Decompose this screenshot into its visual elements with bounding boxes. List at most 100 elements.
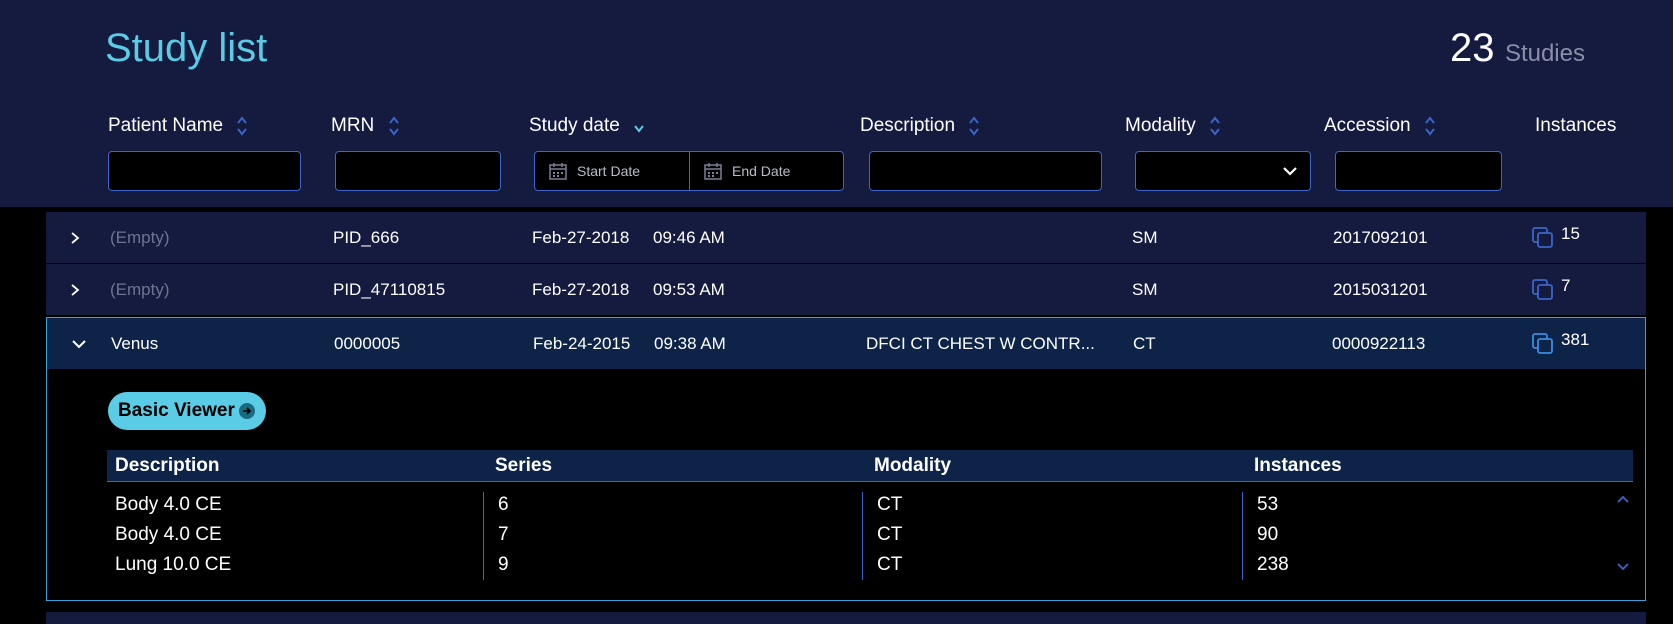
column-header-label: Instances: [1535, 115, 1617, 136]
calendar-icon: [549, 163, 567, 180]
series-instances-cell: 53: [1257, 494, 1279, 515]
basic-viewer-label: Basic Viewer: [118, 400, 235, 421]
start-date-field[interactable]: Start Date: [535, 152, 689, 190]
mrn-cell: 0000005: [334, 334, 401, 353]
study-list-header: Study list 23 Studies Patient Name MRN S…: [0, 0, 1673, 207]
expanded-study: Venus 0000005 Feb-24-2015 09:38 AM DFCI …: [46, 317, 1646, 601]
start-date-placeholder: Start Date: [577, 163, 641, 179]
instances-cell: 381: [1561, 330, 1590, 349]
study-count-number: 23: [1449, 26, 1495, 70]
series-number-cell: 9: [498, 554, 509, 575]
instances-icon: [1532, 227, 1553, 248]
column-header-study-date[interactable]: Study date: [529, 112, 645, 140]
end-date-field[interactable]: End Date: [690, 152, 843, 190]
series-modality-cell: CT: [877, 524, 903, 545]
column-header-mrn[interactable]: MRN: [331, 112, 400, 140]
description-cell: DFCI CT CHEST W CONTR...: [866, 334, 1095, 353]
sort-icon[interactable]: [236, 115, 248, 137]
column-header-instances: Instances: [1535, 112, 1616, 140]
series-modality-cell: CT: [877, 494, 903, 515]
series-modality-cell: CT: [877, 554, 903, 575]
series-instances-cell: 90: [1257, 524, 1279, 545]
modality-cell: SM: [1132, 228, 1158, 247]
instances-icon: [1532, 333, 1553, 354]
modality-select[interactable]: [1135, 151, 1311, 191]
sort-descending-icon[interactable]: [633, 115, 645, 137]
study-row-expanded[interactable]: Venus 0000005 Feb-24-2015 09:38 AM DFCI …: [47, 318, 1645, 369]
instances-cell: 7: [1561, 276, 1571, 295]
mrn-filter[interactable]: [335, 151, 501, 191]
calendar-icon: [704, 163, 722, 180]
mrn-cell: PID_47110815: [333, 280, 446, 299]
series-description-cell: Body 4.0 CE: [115, 524, 222, 545]
accession-input[interactable]: [1336, 152, 1501, 190]
column-header-description[interactable]: Description: [860, 112, 980, 140]
modality-cell: SM: [1132, 280, 1158, 299]
study-row[interactable]: (Empty) PID_47110815 Feb-27-2018 09:53 A…: [46, 264, 1646, 315]
patient-name-cell: (Empty): [110, 280, 170, 299]
study-time-cell: 09:38 AM: [654, 334, 726, 353]
instances-cell: 15: [1561, 224, 1580, 243]
study-time-cell: 09:46 AM: [653, 228, 725, 247]
sort-icon[interactable]: [1424, 115, 1436, 137]
accession-cell: 2015031201: [1333, 280, 1428, 299]
arrow-right-icon: [239, 403, 255, 419]
study-date-cell: Feb-24-2015: [533, 334, 631, 353]
study-count-label: Studies: [1504, 40, 1585, 67]
series-row[interactable]: Body 4.0 CE 7 CT 90: [107, 520, 1633, 550]
scroll-up-icon[interactable]: [1616, 494, 1630, 504]
end-date-placeholder: End Date: [732, 163, 791, 179]
column-header-label: Patient Name: [108, 115, 224, 136]
page-title: Study list: [105, 26, 268, 70]
next-study-row[interactable]: [46, 612, 1646, 624]
mrn-input[interactable]: [336, 152, 500, 190]
column-header-label: Modality: [1125, 115, 1196, 136]
column-header-modality[interactable]: Modality: [1125, 112, 1221, 140]
study-count: 23 Studies: [1450, 24, 1585, 81]
study-date-cell: Feb-27-2018: [532, 280, 630, 299]
mrn-cell: PID_666: [333, 228, 400, 247]
description-filter[interactable]: [869, 151, 1102, 191]
sort-icon[interactable]: [1209, 115, 1221, 137]
series-number-cell: 7: [498, 524, 509, 545]
study-row[interactable]: (Empty) PID_666 Feb-27-2018 09:46 AM SM …: [46, 212, 1646, 263]
basic-viewer-button[interactable]: Basic Viewer: [108, 392, 266, 430]
patient-name-cell: Venus: [111, 334, 159, 353]
column-header-patient-name[interactable]: Patient Name: [108, 112, 248, 140]
series-table-header: Description Series Modality Instances: [107, 450, 1633, 482]
accession-cell: 0000922113: [1332, 334, 1426, 353]
column-header-label: Description: [860, 115, 956, 136]
series-header-modality: Modality: [874, 455, 952, 476]
patient-name-input[interactable]: [109, 152, 300, 190]
series-header-series: Series: [495, 455, 553, 476]
study-time-cell: 09:53 AM: [653, 280, 725, 299]
column-header-label: MRN: [331, 115, 375, 136]
date-range-filter[interactable]: Start Date End Date: [534, 151, 844, 191]
description-input[interactable]: [870, 152, 1101, 190]
series-header-instances: Instances: [1254, 455, 1342, 476]
column-header-accession[interactable]: Accession: [1324, 112, 1436, 140]
chevron-right-icon[interactable]: [70, 231, 80, 245]
series-header-description: Description: [115, 455, 220, 476]
series-description-cell: Lung 10.0 CE: [115, 554, 232, 575]
chevron-right-icon[interactable]: [70, 283, 80, 297]
sort-icon[interactable]: [388, 115, 400, 137]
patient-name-cell: (Empty): [110, 228, 170, 247]
modality-cell: CT: [1133, 334, 1156, 353]
sort-icon[interactable]: [968, 115, 980, 137]
accession-cell: 2017092101: [1333, 228, 1428, 247]
chevron-down-icon: [1283, 167, 1297, 176]
series-row[interactable]: Body 4.0 CE 6 CT 53: [107, 490, 1633, 520]
patient-name-filter[interactable]: [108, 151, 301, 191]
instances-icon: [1532, 279, 1553, 300]
series-instances-cell: 238: [1257, 554, 1289, 575]
accession-filter[interactable]: [1335, 151, 1502, 191]
series-row[interactable]: Lung 10.0 CE 9 CT 238: [107, 550, 1633, 580]
column-header-label: Accession: [1324, 115, 1411, 136]
column-header-label: Study date: [529, 115, 620, 136]
chevron-down-icon[interactable]: [71, 339, 87, 349]
scroll-down-icon[interactable]: [1616, 562, 1630, 572]
study-date-cell: Feb-27-2018: [532, 228, 630, 247]
series-description-cell: Body 4.0 CE: [115, 494, 222, 515]
series-number-cell: 6: [498, 494, 509, 515]
